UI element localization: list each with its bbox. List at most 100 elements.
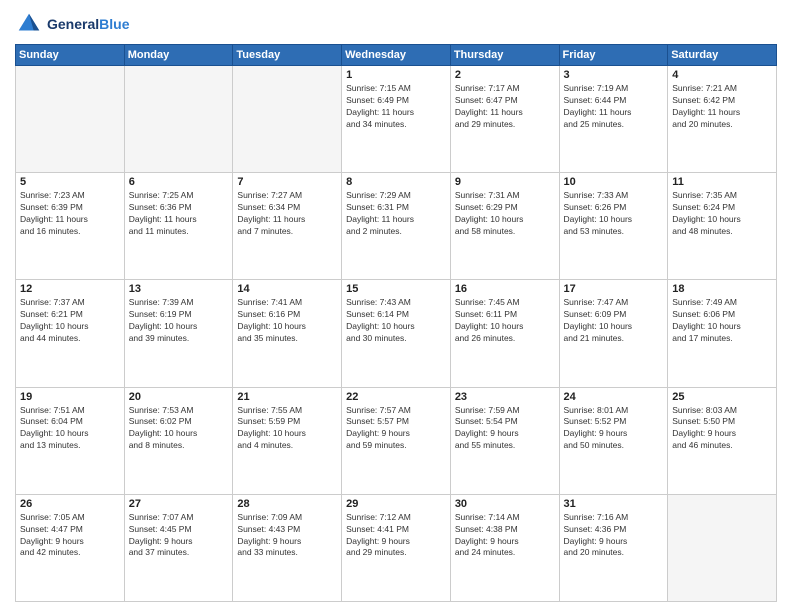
calendar-cell: 22Sunrise: 7:57 AM Sunset: 5:57 PM Dayli… xyxy=(342,387,451,494)
day-info: Sunrise: 7:51 AM Sunset: 6:04 PM Dayligh… xyxy=(20,405,120,453)
day-info: Sunrise: 7:09 AM Sunset: 4:43 PM Dayligh… xyxy=(237,512,337,560)
calendar-cell: 2 Sunrise: 7:17 AM Sunset: 6:47 PM Daylig… xyxy=(450,66,559,173)
calendar-cell: 15Sunrise: 7:43 AM Sunset: 6:14 PM Dayli… xyxy=(342,280,451,387)
day-number: 11 xyxy=(672,176,772,188)
calendar-cell xyxy=(124,66,233,173)
day-number: 2 xyxy=(455,69,555,81)
day-info: Sunrise: 7:37 AM Sunset: 6:21 PM Dayligh… xyxy=(20,297,120,345)
day-number: 19 xyxy=(20,391,120,403)
day-number: 10 xyxy=(564,176,664,188)
day-number: 12 xyxy=(20,283,120,295)
calendar-cell: 25 Sunrise: 8:03 AM Sunset: 5:50 PM Dayli… xyxy=(668,387,777,494)
logo: GeneralBlue xyxy=(15,10,129,38)
day-info: Sunrise: 7:05 AM Sunset: 4:47 PM Dayligh… xyxy=(20,512,120,560)
calendar-cell: 5Sunrise: 7:23 AM Sunset: 6:39 PM Daylig… xyxy=(16,173,125,280)
day-number: 3 xyxy=(564,69,664,81)
day-number: 14 xyxy=(237,283,337,295)
weekday-header-saturday: Saturday xyxy=(668,45,777,66)
calendar-cell: 7 Sunrise: 7:27 AM Sunset: 6:34 PM Daylig… xyxy=(233,173,342,280)
calendar-cell: 19 Sunrise: 7:51 AM Sunset: 6:04 PM Dayli… xyxy=(16,387,125,494)
day-info: Sunrise: 7:25 AM Sunset: 6:36 PM Dayligh… xyxy=(129,190,229,238)
day-number: 26 xyxy=(20,498,120,510)
calendar-cell: 9 Sunrise: 7:31 AM Sunset: 6:29 PM Daylig… xyxy=(450,173,559,280)
day-number: 17 xyxy=(564,283,664,295)
day-info: Sunrise: 7:12 AM Sunset: 4:41 PM Dayligh… xyxy=(346,512,446,560)
week-row-1: 1 Sunrise: 7:15 AM Sunset: 6:49 PM Daylig… xyxy=(16,66,777,173)
weekday-header-tuesday: Tuesday xyxy=(233,45,342,66)
day-info: Sunrise: 7:17 AM Sunset: 6:47 PM Dayligh… xyxy=(455,83,555,131)
day-number: 21 xyxy=(237,391,337,403)
weekday-header-row: SundayMondayTuesdayWednesdayThursdayFrid… xyxy=(16,45,777,66)
day-info: Sunrise: 7:15 AM Sunset: 6:49 PM Dayligh… xyxy=(346,83,446,131)
day-number: 7 xyxy=(237,176,337,188)
calendar-cell: 16 Sunrise: 7:45 AM Sunset: 6:11 PM Dayli… xyxy=(450,280,559,387)
calendar-cell: 24Sunrise: 8:01 AM Sunset: 5:52 PM Dayli… xyxy=(559,387,668,494)
day-info: Sunrise: 7:53 AM Sunset: 6:02 PM Dayligh… xyxy=(129,405,229,453)
day-number: 25 xyxy=(672,391,772,403)
week-row-3: 12 Sunrise: 7:37 AM Sunset: 6:21 PM Dayli… xyxy=(16,280,777,387)
day-number: 9 xyxy=(455,176,555,188)
calendar-table: SundayMondayTuesdayWednesdayThursdayFrid… xyxy=(15,44,777,602)
day-info: Sunrise: 7:39 AM Sunset: 6:19 PM Dayligh… xyxy=(129,297,229,345)
calendar-cell: 18 Sunrise: 7:49 AM Sunset: 6:06 PM Dayli… xyxy=(668,280,777,387)
calendar-cell: 17 Sunrise: 7:47 AM Sunset: 6:09 PM Dayli… xyxy=(559,280,668,387)
calendar-cell: 8Sunrise: 7:29 AM Sunset: 6:31 PM Daylig… xyxy=(342,173,451,280)
day-number: 1 xyxy=(346,69,446,81)
day-number: 4 xyxy=(672,69,772,81)
day-info: Sunrise: 8:01 AM Sunset: 5:52 PM Dayligh… xyxy=(564,405,664,453)
day-info: Sunrise: 7:07 AM Sunset: 4:45 PM Dayligh… xyxy=(129,512,229,560)
weekday-header-wednesday: Wednesday xyxy=(342,45,451,66)
day-info: Sunrise: 7:55 AM Sunset: 5:59 PM Dayligh… xyxy=(237,405,337,453)
day-info: Sunrise: 7:47 AM Sunset: 6:09 PM Dayligh… xyxy=(564,297,664,345)
calendar-cell xyxy=(233,66,342,173)
calendar-cell: 23 Sunrise: 7:59 AM Sunset: 5:54 PM Dayli… xyxy=(450,387,559,494)
weekday-header-sunday: Sunday xyxy=(16,45,125,66)
calendar-cell: 4 Sunrise: 7:21 AM Sunset: 6:42 PM Daylig… xyxy=(668,66,777,173)
day-number: 16 xyxy=(455,283,555,295)
calendar-cell: 6 Sunrise: 7:25 AM Sunset: 6:36 PM Daylig… xyxy=(124,173,233,280)
day-info: Sunrise: 7:21 AM Sunset: 6:42 PM Dayligh… xyxy=(672,83,772,131)
day-info: Sunrise: 7:49 AM Sunset: 6:06 PM Dayligh… xyxy=(672,297,772,345)
calendar-cell xyxy=(16,66,125,173)
day-info: Sunrise: 7:19 AM Sunset: 6:44 PM Dayligh… xyxy=(564,83,664,131)
calendar-cell: 27Sunrise: 7:07 AM Sunset: 4:45 PM Dayli… xyxy=(124,494,233,601)
calendar-cell: 14 Sunrise: 7:41 AM Sunset: 6:16 PM Dayli… xyxy=(233,280,342,387)
day-info: Sunrise: 8:03 AM Sunset: 5:50 PM Dayligh… xyxy=(672,405,772,453)
day-number: 20 xyxy=(129,391,229,403)
day-number: 28 xyxy=(237,498,337,510)
page: GeneralBlue SundayMondayTuesdayWednesday… xyxy=(0,0,792,612)
day-number: 22 xyxy=(346,391,446,403)
calendar-cell: 29 Sunrise: 7:12 AM Sunset: 4:41 PM Dayli… xyxy=(342,494,451,601)
day-info: Sunrise: 7:59 AM Sunset: 5:54 PM Dayligh… xyxy=(455,405,555,453)
logo-text: GeneralBlue xyxy=(47,16,129,33)
weekday-header-monday: Monday xyxy=(124,45,233,66)
day-number: 6 xyxy=(129,176,229,188)
day-info: Sunrise: 7:41 AM Sunset: 6:16 PM Dayligh… xyxy=(237,297,337,345)
day-info: Sunrise: 7:35 AM Sunset: 6:24 PM Dayligh… xyxy=(672,190,772,238)
calendar-cell: 31 Sunrise: 7:16 AM Sunset: 4:36 PM Dayli… xyxy=(559,494,668,601)
day-info: Sunrise: 7:31 AM Sunset: 6:29 PM Dayligh… xyxy=(455,190,555,238)
logo-icon xyxy=(15,10,43,38)
calendar-cell: 20 Sunrise: 7:53 AM Sunset: 6:02 PM Dayli… xyxy=(124,387,233,494)
day-info: Sunrise: 7:27 AM Sunset: 6:34 PM Dayligh… xyxy=(237,190,337,238)
calendar-cell: 1 Sunrise: 7:15 AM Sunset: 6:49 PM Daylig… xyxy=(342,66,451,173)
day-info: Sunrise: 7:16 AM Sunset: 4:36 PM Dayligh… xyxy=(564,512,664,560)
weekday-header-thursday: Thursday xyxy=(450,45,559,66)
week-row-5: 26 Sunrise: 7:05 AM Sunset: 4:47 PM Dayli… xyxy=(16,494,777,601)
day-info: Sunrise: 7:14 AM Sunset: 4:38 PM Dayligh… xyxy=(455,512,555,560)
day-number: 29 xyxy=(346,498,446,510)
week-row-2: 5Sunrise: 7:23 AM Sunset: 6:39 PM Daylig… xyxy=(16,173,777,280)
calendar-cell: 28 Sunrise: 7:09 AM Sunset: 4:43 PM Dayli… xyxy=(233,494,342,601)
day-number: 23 xyxy=(455,391,555,403)
day-info: Sunrise: 7:43 AM Sunset: 6:14 PM Dayligh… xyxy=(346,297,446,345)
calendar-cell: 26 Sunrise: 7:05 AM Sunset: 4:47 PM Dayli… xyxy=(16,494,125,601)
calendar-cell: 21 Sunrise: 7:55 AM Sunset: 5:59 PM Dayli… xyxy=(233,387,342,494)
day-info: Sunrise: 7:45 AM Sunset: 6:11 PM Dayligh… xyxy=(455,297,555,345)
day-number: 13 xyxy=(129,283,229,295)
day-number: 18 xyxy=(672,283,772,295)
calendar-cell: 12 Sunrise: 7:37 AM Sunset: 6:21 PM Dayli… xyxy=(16,280,125,387)
week-row-4: 19 Sunrise: 7:51 AM Sunset: 6:04 PM Dayli… xyxy=(16,387,777,494)
day-info: Sunrise: 7:33 AM Sunset: 6:26 PM Dayligh… xyxy=(564,190,664,238)
day-number: 31 xyxy=(564,498,664,510)
weekday-header-friday: Friday xyxy=(559,45,668,66)
